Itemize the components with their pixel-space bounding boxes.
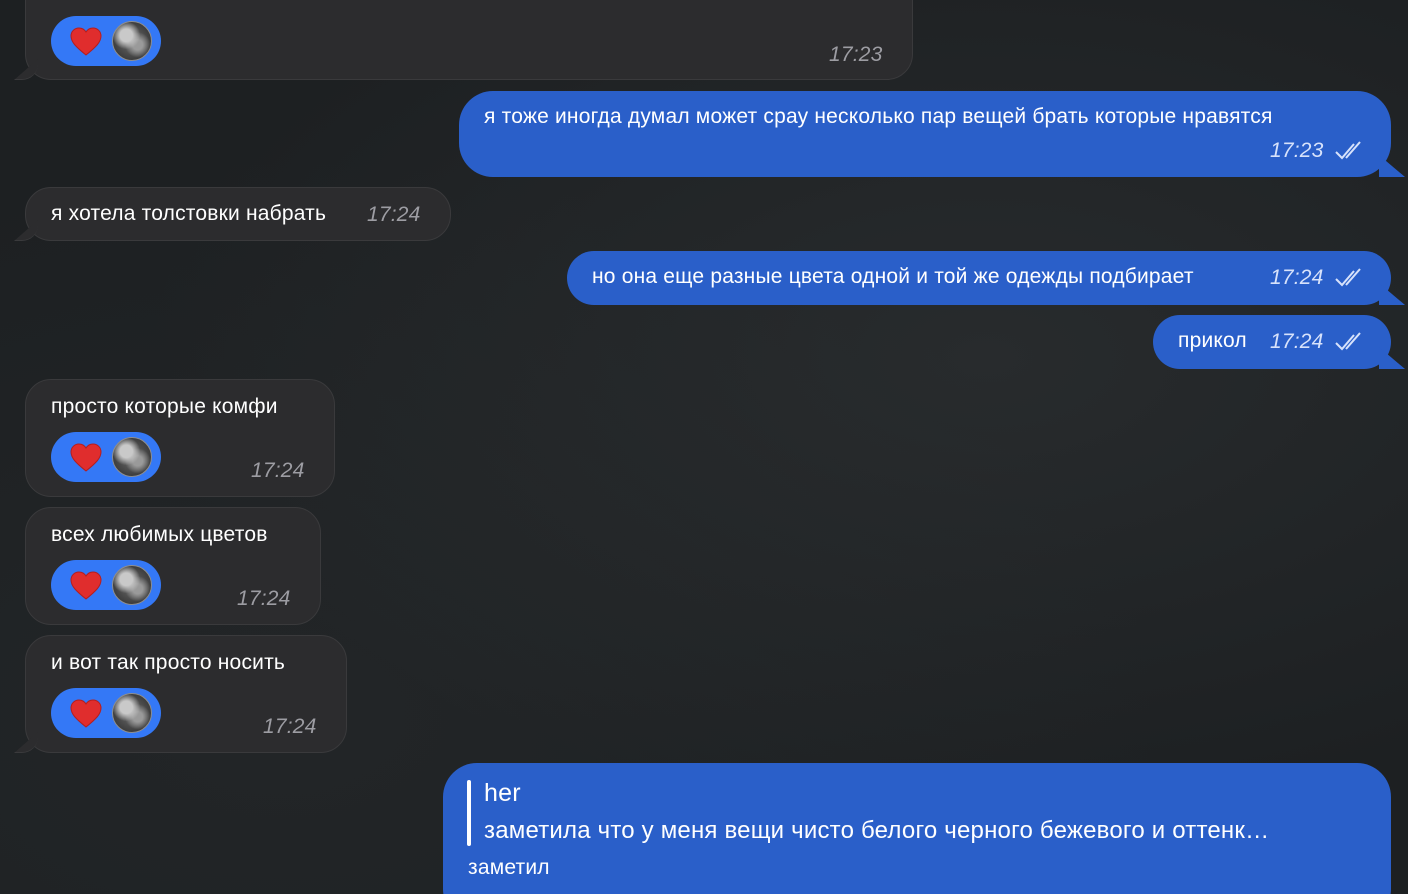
message-time: 17:24 — [1270, 266, 1324, 289]
message-outgoing[interactable]: я тоже иногда думал может срау несколько… — [459, 91, 1391, 177]
reaction-pill[interactable] — [51, 560, 161, 610]
double-check-icon — [1335, 332, 1361, 351]
reply-author[interactable]: her — [484, 779, 521, 808]
avatar — [112, 437, 152, 477]
avatar — [112, 21, 152, 61]
message-text: и вот так просто носить — [51, 651, 286, 674]
message-text: всех любимых цветов — [51, 523, 268, 546]
heart-icon — [70, 571, 102, 600]
heart-icon — [70, 443, 102, 472]
message-incoming[interactable]: просто которые комфи 17:24 — [25, 379, 335, 497]
reaction-pill[interactable] — [51, 16, 161, 66]
message-text: заметил — [468, 856, 550, 879]
message-time: 17:24 — [263, 715, 317, 738]
message-text: но она еще разные цвета одной и той же о… — [592, 265, 1194, 288]
message-outgoing-reply[interactable]: her заметила что у меня вещи чисто белог… — [443, 763, 1391, 894]
message-time: 17:23 — [829, 43, 883, 66]
message-outgoing[interactable]: прикол 17:24 — [1153, 315, 1391, 369]
reply-quote[interactable]: заметила что у меня вещи чисто белого че… — [484, 817, 1269, 845]
message-time: 17:23 — [1270, 139, 1324, 162]
reaction-pill[interactable] — [51, 432, 161, 482]
reply-bar — [467, 780, 471, 846]
message-incoming[interactable]: я хотела толстовки набрать 17:24 — [25, 187, 451, 241]
message-incoming[interactable]: всех любимых цветов 17:24 — [25, 507, 321, 625]
avatar — [112, 693, 152, 733]
message-text: просто которые комфи — [51, 395, 278, 418]
message-text: я тоже иногда думал может срау несколько… — [484, 105, 1273, 128]
message-outgoing[interactable]: но она еще разные цвета одной и той же о… — [567, 251, 1391, 305]
double-check-icon — [1335, 268, 1361, 287]
double-check-icon — [1335, 141, 1361, 160]
message-incoming[interactable]: 17:23 — [25, 0, 913, 80]
heart-icon — [70, 699, 102, 728]
message-text: прикол — [1178, 329, 1247, 352]
message-incoming[interactable]: и вот так просто носить 17:24 — [25, 635, 347, 753]
avatar — [112, 565, 152, 605]
heart-icon — [70, 27, 102, 56]
message-time: 17:24 — [237, 587, 291, 610]
reaction-pill[interactable] — [51, 688, 161, 738]
message-time: 17:24 — [1270, 330, 1324, 353]
message-time: 17:24 — [251, 459, 305, 482]
message-text: я хотела толстовки набрать — [51, 202, 327, 225]
chat-area: 17:23 я тоже иногда думал может срау нес… — [0, 0, 1408, 894]
message-time: 17:24 — [367, 203, 421, 226]
